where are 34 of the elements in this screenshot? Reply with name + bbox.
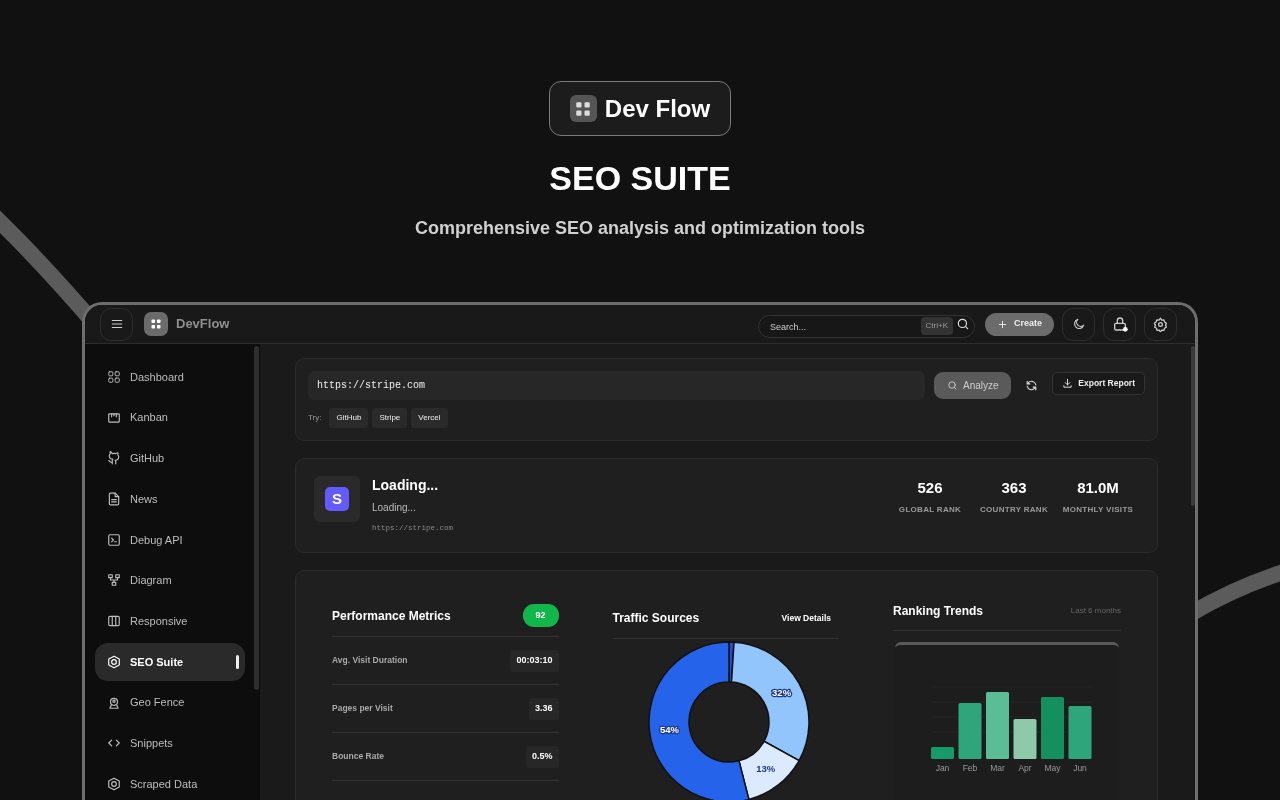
stat-label: COUNTRY RANK: [978, 503, 1049, 516]
stat-value: 363: [1000, 478, 1028, 498]
brand-name: Dev Flow: [604, 93, 711, 124]
section-title: Traffic Sources: [612, 610, 700, 628]
metric-label: Bounce Rate: [332, 750, 384, 764]
metric-value: 3.36: [528, 698, 559, 720]
month-label: Feb: [962, 763, 978, 774]
month-label: Jun: [1073, 763, 1087, 774]
site-description: Loading...: [372, 501, 417, 515]
stat-value: 526: [916, 478, 944, 498]
month-label: May: [1044, 763, 1061, 774]
stat-value: 81.0M: [1076, 478, 1120, 498]
data-label: 54%: [659, 723, 679, 735]
stat-label: MONTHLY VISITS: [1061, 503, 1135, 516]
page-subtitle: Comprehensive SEO analysis and optimization tools: [413, 217, 867, 240]
month-label: Mar: [990, 763, 1005, 774]
section-title: Performance Metrics: [332, 607, 451, 625]
metric-label: Pages per Visit: [332, 702, 393, 716]
month-label: Jan: [935, 763, 950, 774]
section-title: Ranking Trends: [893, 603, 984, 621]
site-title: Loading...: [372, 476, 440, 494]
metric-label: Avg. Visit Duration: [332, 654, 408, 668]
metric-value: 00:03:10: [510, 650, 559, 672]
stat-label: GLOBAL RANK: [897, 503, 963, 516]
metric-value: 0.5%: [526, 746, 559, 768]
app-name: DevFlow: [176, 315, 230, 334]
score-badge: 92: [522, 604, 559, 628]
site-logo: S: [314, 476, 360, 522]
page-title: SEO SUITE: [548, 158, 732, 198]
try-label: Try:: [308, 412, 322, 424]
data-label: 13%: [755, 763, 775, 775]
period-label: Last 6 months: [1070, 605, 1121, 618]
month-label: Apr: [1018, 763, 1032, 774]
data-label: 32%: [771, 687, 791, 699]
